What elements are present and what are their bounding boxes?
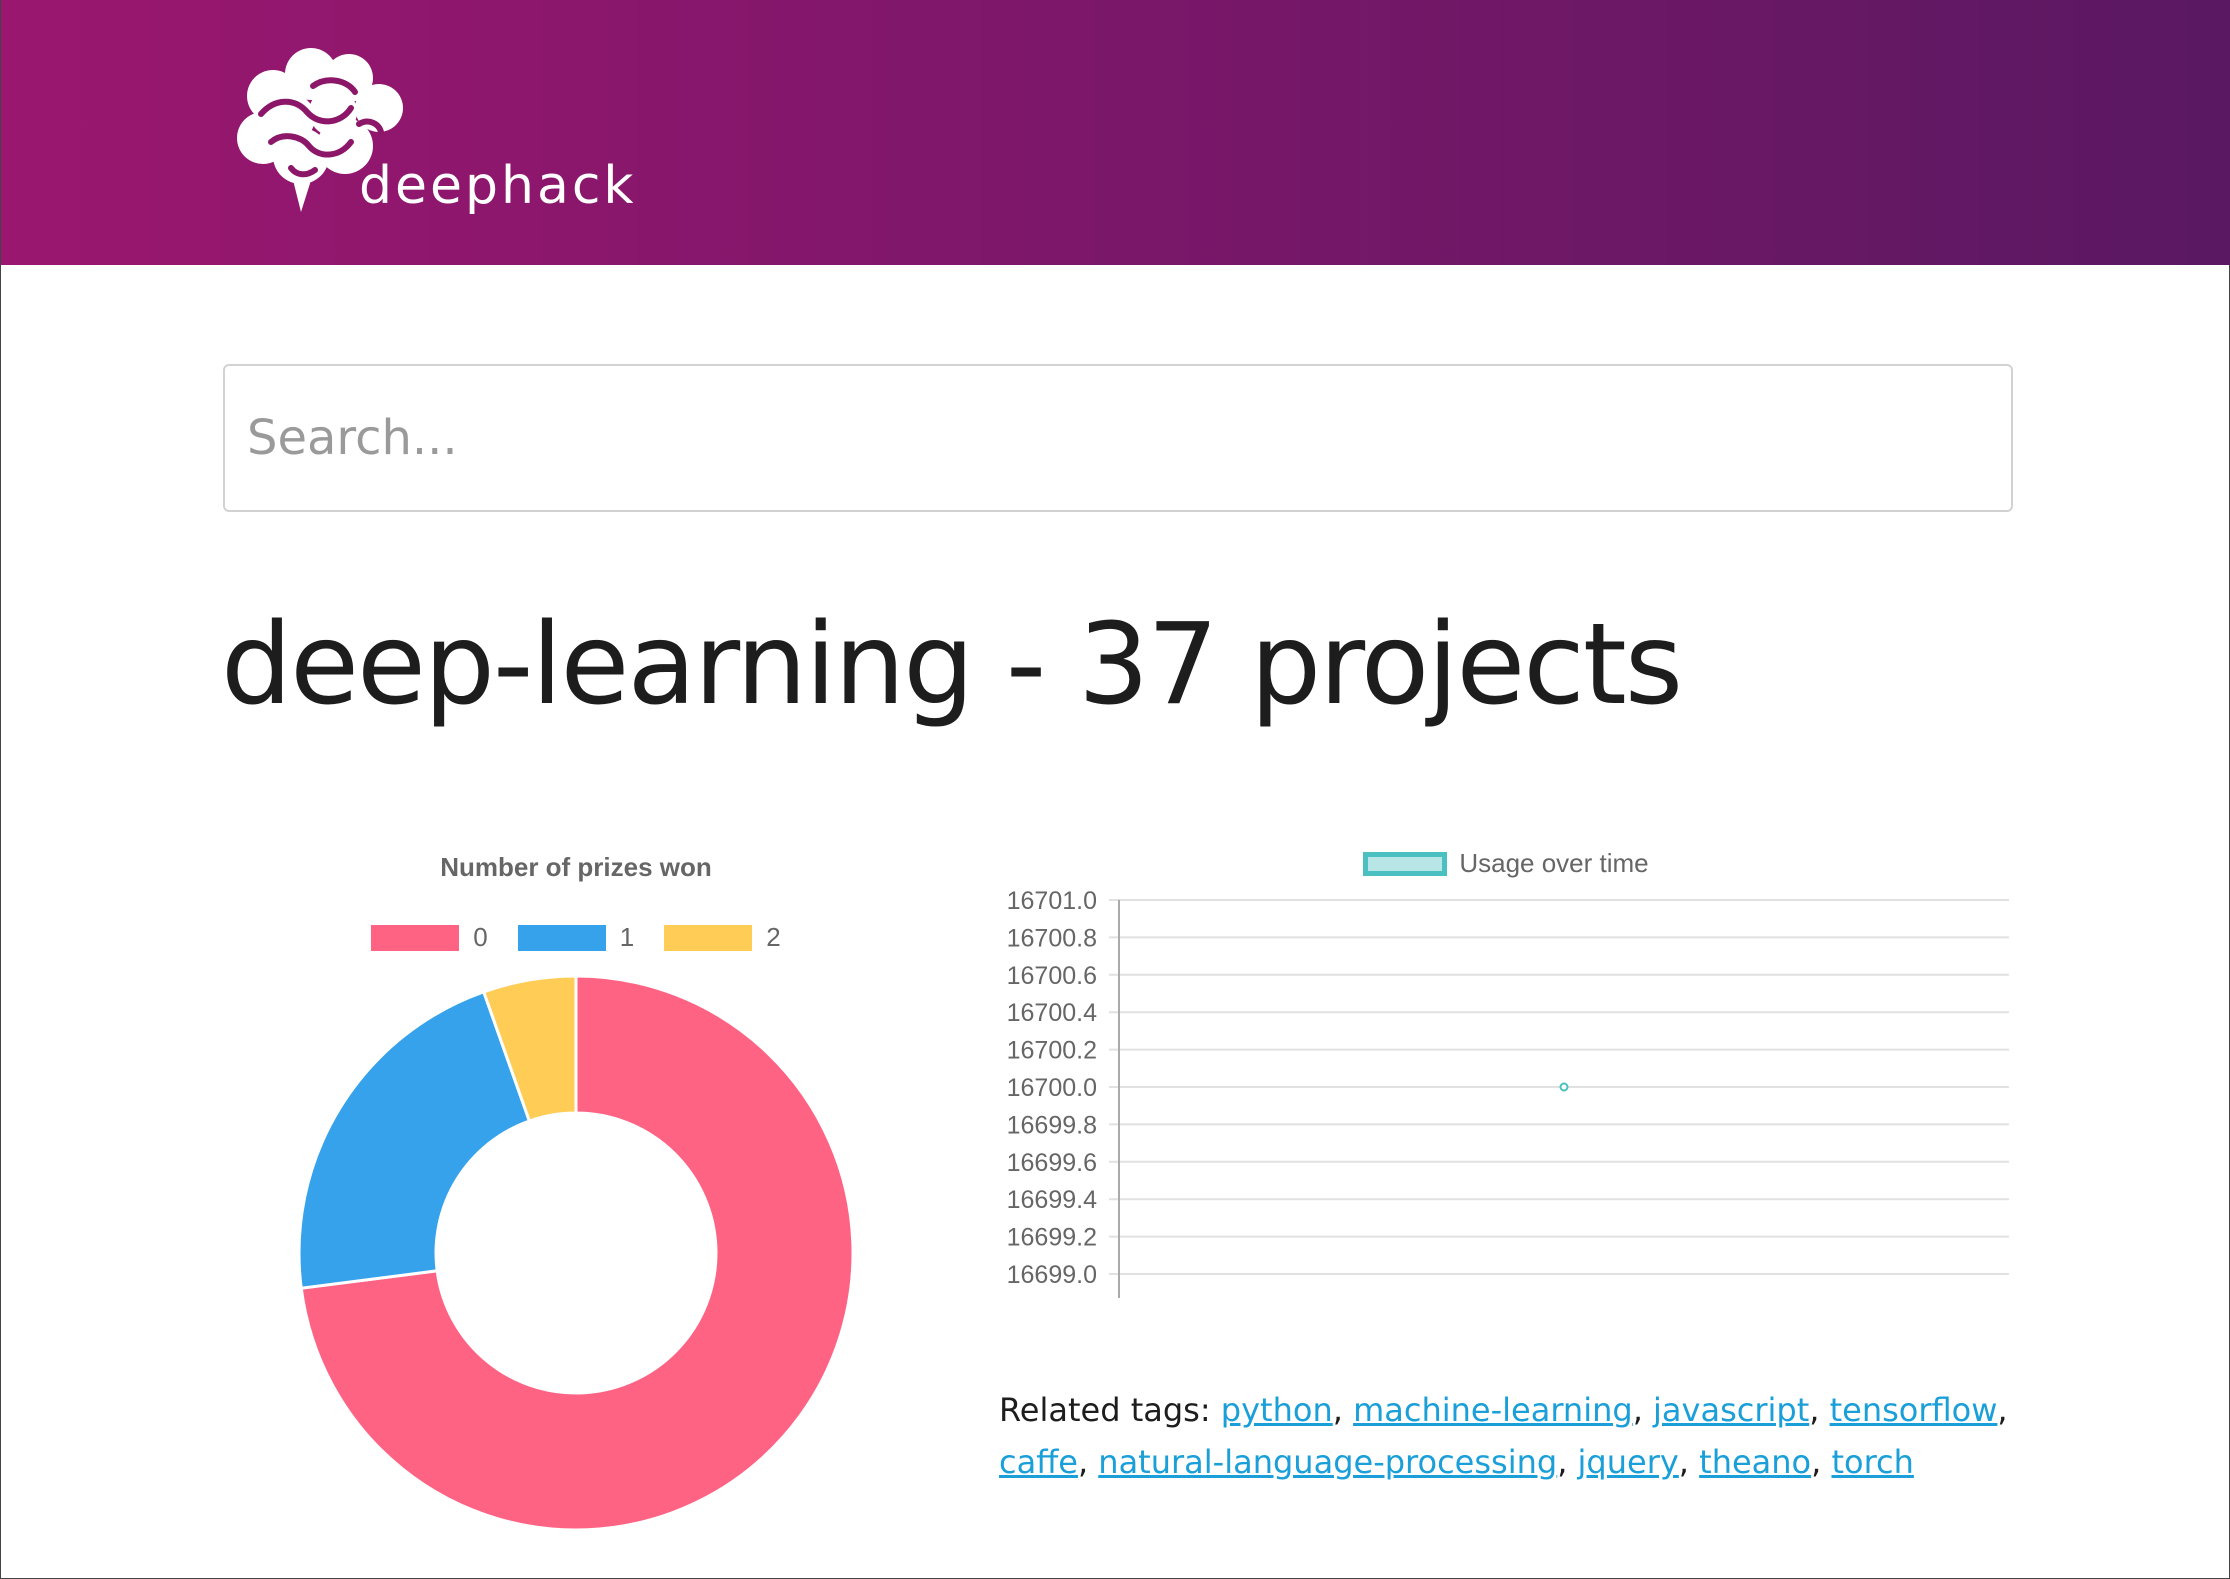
tag-link-natural-language-processing[interactable]: natural-language-processing	[1098, 1443, 1557, 1481]
legend-swatch	[371, 924, 460, 951]
site-header: deephack	[1, 0, 2230, 265]
tag-link-tensorflow[interactable]: tensorflow	[1830, 1391, 1998, 1429]
y-tick-label: 16699.8	[1007, 1111, 1097, 1139]
y-tick-label: 16699.4	[1007, 1186, 1097, 1214]
related-tags-label: Related tags:	[999, 1391, 1211, 1429]
usage-chart: Usage over time 16701.0 16700.8 16700.6 167…	[991, 838, 2021, 1308]
y-tick-label: 16700.6	[1007, 962, 1097, 990]
donut-chart	[297, 974, 855, 1532]
chart-title: Number of prizes won	[440, 852, 712, 882]
y-tick-label: 16700.4	[1007, 999, 1097, 1027]
donut-slice-1[interactable]	[297, 989, 532, 1290]
brand-logo[interactable]: deephack	[231, 46, 651, 226]
tag-link-caffe[interactable]: caffe	[999, 1443, 1078, 1481]
tag-link-python[interactable]: python	[1221, 1391, 1333, 1429]
legend-item[interactable]: 1	[517, 922, 635, 953]
page-title: deep-learning - 37 projects	[221, 600, 1683, 730]
y-tick-label: 16700.8	[1007, 924, 1097, 952]
legend-item[interactable]: 2	[664, 922, 781, 953]
search-input[interactable]	[223, 364, 2013, 512]
legend-label: 2	[766, 922, 781, 952]
legend-label: 0	[473, 922, 488, 952]
y-tick-label: 16700.0	[1007, 1074, 1097, 1102]
tag-link-torch[interactable]: torch	[1831, 1443, 1913, 1481]
legend-swatch	[517, 924, 606, 951]
y-tick-label: 16699.0	[1007, 1261, 1097, 1289]
y-tick-label: 16701.0	[1007, 887, 1097, 915]
legend-label: 1	[619, 922, 635, 952]
y-tick-label: 16700.2	[1007, 1037, 1097, 1065]
prizes-chart: Number of prizes won 0 1 2	[281, 838, 871, 1538]
related-tags: Related tags: python, machine-learning, …	[999, 1384, 2009, 1488]
tag-link-machine-learning[interactable]: machine-learning	[1353, 1391, 1633, 1429]
tag-link-jquery[interactable]: jquery	[1578, 1443, 1679, 1481]
brand-name: deephack	[359, 156, 637, 216]
data-point[interactable]	[1559, 1082, 1569, 1092]
legend-swatch	[664, 924, 753, 951]
tag-link-theano[interactable]: theano	[1699, 1443, 1811, 1481]
y-tick-label: 16699.6	[1007, 1149, 1097, 1177]
legend-item[interactable]: 0	[371, 922, 488, 953]
line-chart: 16701.0 16700.8 16700.6 16700.4 16700.2 16700…	[1007, 887, 2009, 1298]
tag-link-javascript[interactable]: javascript	[1653, 1391, 1809, 1429]
y-tick-label: 16699.2	[1007, 1224, 1097, 1252]
chart-legend: 0 1 2	[281, 922, 871, 953]
